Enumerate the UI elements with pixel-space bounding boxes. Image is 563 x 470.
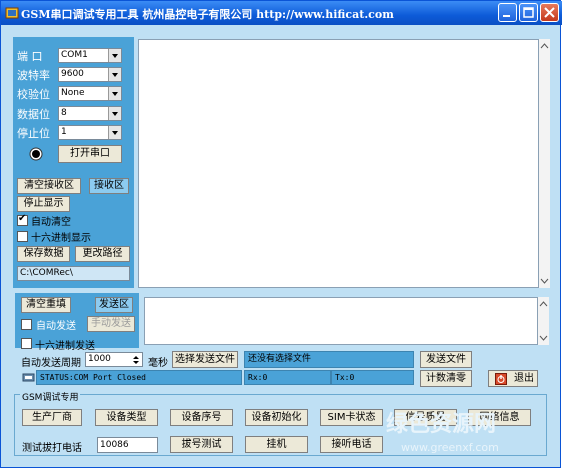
gsm-group-title: GSM调试专用 <box>20 390 81 403</box>
scroll-down-icon[interactable] <box>538 333 549 343</box>
baud-select[interactable]: 9600 <box>58 67 122 82</box>
send-textarea[interactable] <box>144 297 538 345</box>
stop-display-button[interactable]: 停止显示 <box>17 196 70 212</box>
reset-count-button[interactable]: 计数清零 <box>420 370 472 387</box>
close-icon <box>544 7 555 18</box>
minimize-icon <box>503 15 510 17</box>
auto-clear-label: 自动清空 <box>31 217 71 228</box>
maximize-icon <box>523 7 534 18</box>
port-select[interactable]: COM1 <box>58 48 122 63</box>
scroll-up-icon[interactable] <box>539 41 550 51</box>
spin-stepper-icon[interactable] <box>131 354 141 366</box>
receive-area-button[interactable]: 接收区 <box>89 178 129 194</box>
serial-port-icon <box>22 373 35 382</box>
databits-select[interactable]: 8 <box>58 106 122 121</box>
hex-display-checkbox[interactable] <box>17 231 28 242</box>
exit-button[interactable]: 退出 <box>488 370 538 387</box>
exit-icon <box>495 373 507 385</box>
send-area-button[interactable]: 发送区 <box>95 297 133 313</box>
port-label: 端 口 <box>17 50 43 63</box>
settings-panel: 端 口 COM1 波特率 9600 校验位 None 数据位 8 停止位 1 打… <box>13 37 134 288</box>
chevron-down-icon[interactable] <box>108 126 121 139</box>
baud-label: 波特率 <box>17 69 50 82</box>
app-icon <box>5 7 19 19</box>
receive-textarea[interactable] <box>138 39 539 288</box>
watermark-logo: 绿色资源网 <box>386 412 497 437</box>
baud-value: 9600 <box>61 69 84 79</box>
port-status-indicator-icon <box>29 147 43 161</box>
stopbits-value: 1 <box>61 127 67 137</box>
send-period-input[interactable]: 1000 <box>85 352 143 367</box>
dial-number-input[interactable]: 10086 <box>97 437 158 453</box>
send-period-label: 自动发送周期 <box>21 358 81 369</box>
save-data-button[interactable]: 保存数据 <box>17 246 70 262</box>
chevron-down-icon[interactable] <box>108 49 121 62</box>
auto-clear-checkbox[interactable] <box>17 213 28 226</box>
dial-test-button[interactable]: 拔号测试 <box>170 436 233 453</box>
hex-send-checkbox[interactable] <box>21 338 32 349</box>
auto-send-checkbox[interactable] <box>21 319 32 330</box>
scroll-up-icon[interactable] <box>538 299 549 309</box>
window-title: GSM串口调试专用工具 杭州晶控电子有限公司 http://www.hifica… <box>21 8 394 21</box>
watermark-url: www.greenxf.com <box>401 441 499 454</box>
databits-label: 数据位 <box>17 108 50 121</box>
open-port-button[interactable]: 打开串口 <box>58 145 122 163</box>
parity-select[interactable]: None <box>58 86 122 101</box>
chevron-down-icon[interactable] <box>108 107 121 120</box>
gsm-manufacturer-button[interactable]: 生产厂商 <box>22 409 82 426</box>
change-path-button[interactable]: 更改路径 <box>75 246 130 262</box>
gsm-device-type-button[interactable]: 设备类型 <box>95 409 158 426</box>
send-scrollbar[interactable] <box>538 297 549 345</box>
gsm-init-button[interactable]: 设备初始化 <box>245 409 308 426</box>
tx-counter: Tx:0 <box>331 370 414 385</box>
status-text: STATUS:COM Port Closed <box>36 370 242 385</box>
stopbits-select[interactable]: 1 <box>58 125 122 140</box>
maximize-button[interactable] <box>519 3 538 22</box>
rx-counter: Rx:0 <box>244 370 331 385</box>
chevron-down-icon[interactable] <box>108 87 121 100</box>
parity-value: None <box>61 88 85 98</box>
port-value: COM1 <box>61 50 88 60</box>
select-send-file-button[interactable]: 选择发送文件 <box>172 351 238 368</box>
dial-label: 测试拔打电话 <box>22 443 82 454</box>
file-status-field: 还没有选择文件 <box>244 351 414 368</box>
close-button[interactable] <box>540 3 559 22</box>
hex-send-label: 十六进制发送 <box>35 341 95 352</box>
parity-label: 校验位 <box>17 88 50 101</box>
receive-scrollbar[interactable] <box>539 39 550 288</box>
minimize-button[interactable] <box>498 3 517 22</box>
exit-label: 退出 <box>514 373 534 384</box>
send-period-unit: 毫秒 <box>148 358 168 369</box>
title-bar: GSM串口调试专用工具 杭州晶控电子有限公司 http://www.hifica… <box>1 1 562 25</box>
hex-display-label: 十六进制显示 <box>31 233 91 244</box>
save-path-field: C:\COMRec\ <box>17 266 130 281</box>
gsm-sim-status-button[interactable]: SIM卡状态 <box>320 409 383 426</box>
auto-send-label: 自动发送 <box>36 321 76 332</box>
clear-receive-button[interactable]: 清空接收区 <box>17 178 81 194</box>
chevron-down-icon[interactable] <box>108 68 121 81</box>
app-window: GSM串口调试专用工具 杭州晶控电子有限公司 http://www.hifica… <box>0 0 562 468</box>
stopbits-label: 停止位 <box>17 127 50 140</box>
databits-value: 8 <box>61 108 67 118</box>
hangup-button[interactable]: 挂机 <box>245 436 308 453</box>
gsm-device-serial-button[interactable]: 设备序号 <box>170 409 233 426</box>
scroll-down-icon[interactable] <box>539 276 550 286</box>
send-file-button[interactable]: 发送文件 <box>420 351 472 368</box>
clear-send-button[interactable]: 清空重填 <box>21 297 71 313</box>
send-period-value: 1000 <box>88 354 111 364</box>
answer-call-button[interactable]: 接听电话 <box>320 436 383 453</box>
manual-send-button[interactable]: 手动发送 <box>87 316 135 332</box>
